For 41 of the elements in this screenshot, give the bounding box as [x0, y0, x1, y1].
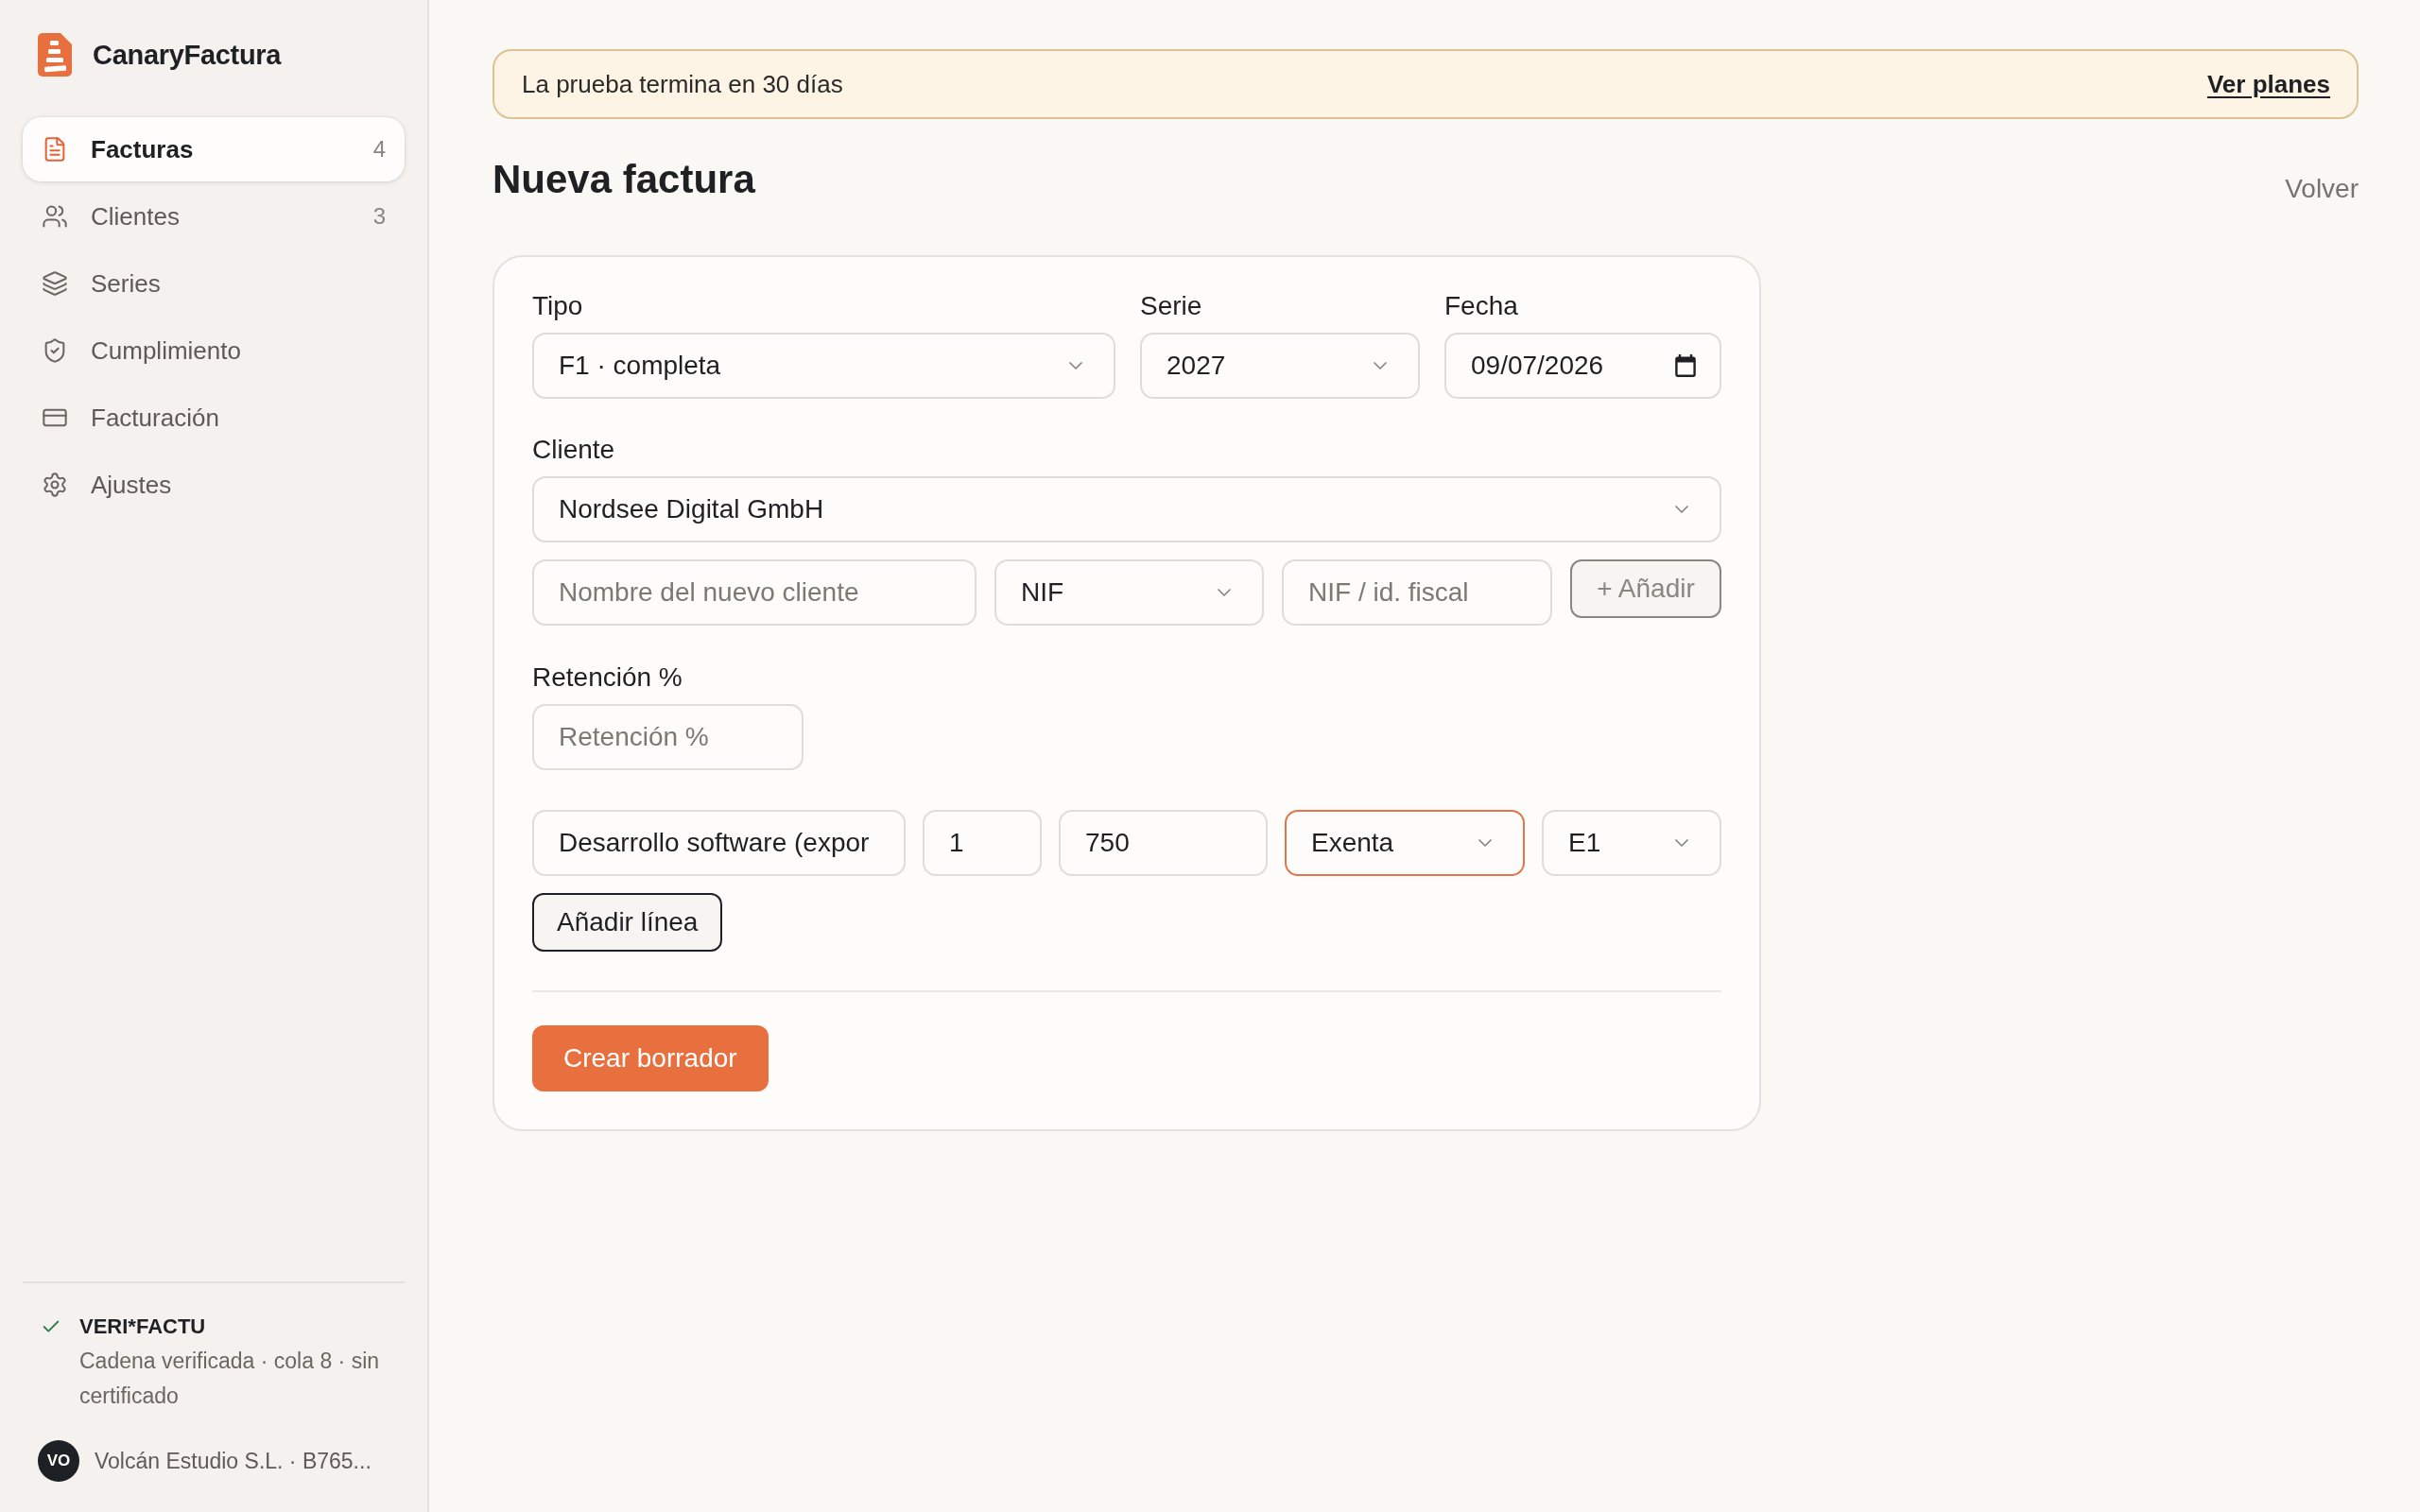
field-label: Cliente: [532, 434, 616, 466]
account-avatar: VO: [38, 1440, 79, 1482]
field-label: Retención %: [532, 662, 683, 694]
new-client-input[interactable]: NIF / id. fiscal: [1282, 559, 1552, 626]
item-count: 4: [372, 136, 386, 163]
client-select[interactable]: Nordsee Digital GmbH: [532, 476, 1721, 542]
field-select[interactable]: F1 · completa: [532, 333, 1115, 399]
date-field[interactable]: 09/07/2026: [1444, 333, 1721, 399]
line-select[interactable]: E1: [1542, 810, 1721, 876]
item-count: 3: [372, 203, 386, 230]
status-detail: Cadena verificada · cola 8 · sin certificado: [79, 1348, 381, 1410]
status-title: VERI*FACTU: [79, 1314, 207, 1340]
users-icon: [42, 203, 68, 230]
field-label: Serie: [1140, 290, 1203, 322]
line-select[interactable]: Exenta: [1285, 810, 1525, 876]
new-client-select[interactable]: NIF: [994, 559, 1264, 626]
account-name: Volcán Estudio S.L. · B765...: [95, 1448, 372, 1474]
line-input[interactable]: 750: [1059, 810, 1268, 876]
sidebar-nav-item[interactable]: Facturación: [23, 386, 405, 450]
document-logo-icon: [38, 33, 72, 77]
sidebar-nav-item[interactable]: Cumplimiento: [23, 318, 405, 383]
field-label: Fecha: [1444, 290, 1519, 322]
line-input[interactable]: 1: [923, 810, 1042, 876]
retention-input[interactable]: Retención %: [532, 704, 804, 770]
field-select[interactable]: 2027: [1140, 333, 1420, 399]
calendar-icon[interactable]: [1674, 354, 1697, 377]
line-input[interactable]: Desarrollo software (expor: [532, 810, 906, 876]
sidebar-nav-item[interactable]: Ajustes: [23, 453, 405, 517]
add-line-button[interactable]: Añadir línea: [532, 893, 723, 952]
sidebar-nav-item[interactable]: Facturas 4: [23, 117, 405, 181]
gear-icon: [42, 472, 68, 498]
layers-icon: [42, 270, 68, 297]
brand-name: CanaryFactura: [93, 39, 282, 71]
new-client-input[interactable]: Nombre del nuevo cliente: [532, 559, 977, 626]
sidebar-nav-item[interactable]: Clientes 3: [23, 184, 405, 249]
field-label: Tipo: [532, 290, 584, 322]
view-plans-link[interactable]: Ver planes: [2206, 69, 2330, 99]
back-link[interactable]: Volver: [2285, 155, 2359, 204]
trial-message: La prueba termina en 30 días: [522, 69, 843, 99]
sidebar-nav-item[interactable]: Series: [23, 251, 405, 316]
page-title: Nueva factura: [493, 156, 755, 203]
